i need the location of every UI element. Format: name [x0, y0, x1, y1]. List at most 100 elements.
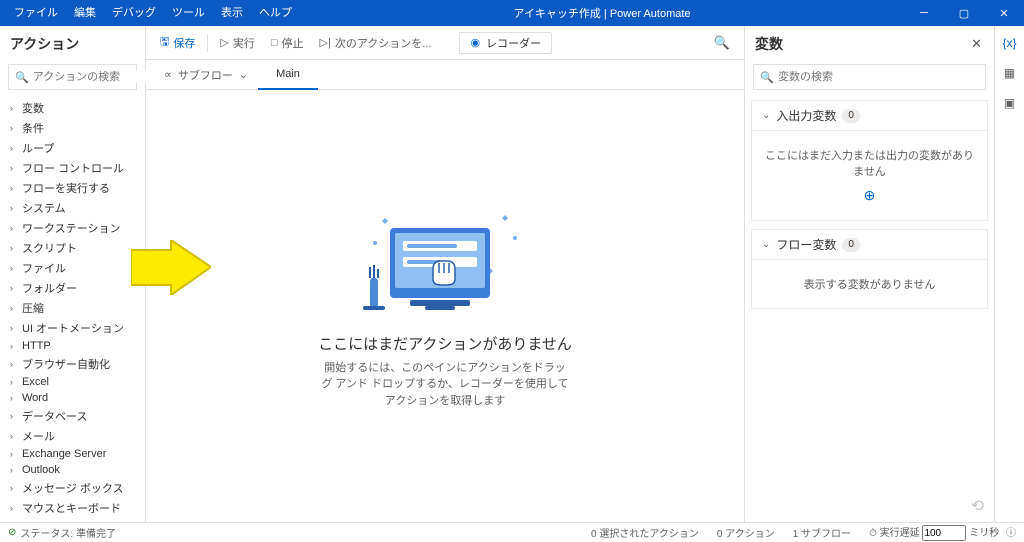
- step-icon: ▷|: [320, 36, 331, 49]
- close-button[interactable]: ✕: [984, 0, 1024, 26]
- action-group[interactable]: ›フロー コントロール: [0, 158, 145, 178]
- flow-variables-body: 表示する変数がありません: [751, 260, 988, 309]
- action-group[interactable]: › ブラウザー自動化: [0, 354, 145, 374]
- stop-button[interactable]: □ 停止: [265, 29, 310, 57]
- menu-edit[interactable]: 編集: [66, 0, 104, 26]
- action-group[interactable]: ›ファイル: [0, 258, 145, 278]
- action-group-label: Excel: [22, 376, 49, 388]
- action-group-label: ブラウザー自動化: [22, 356, 110, 372]
- chevron-down-icon: ⌄: [762, 110, 770, 121]
- chevron-right-icon: ›: [10, 183, 18, 193]
- subflows-dropdown[interactable]: ∝ サブフロー ⌄: [154, 60, 258, 90]
- canvas-empty-desc: 開始するには、このペインにアクションをドラッグ アンド ドロップするか、レコーダ…: [320, 360, 570, 410]
- actions-search[interactable]: 🔍: [8, 64, 137, 90]
- minimize-button[interactable]: ─: [904, 0, 944, 26]
- status-ready: ⊘ ステータス: 準備完了: [8, 525, 116, 540]
- action-group[interactable]: ›Exchange Server: [0, 446, 145, 462]
- menu-bar: ファイル 編集 デバッグ ツール 表示 ヘルプ: [0, 0, 300, 26]
- action-group[interactable]: ›Word: [0, 390, 145, 406]
- play-icon: ▷: [220, 36, 228, 49]
- subflows-label: サブフロー: [178, 67, 233, 83]
- chevron-right-icon: ›: [10, 431, 18, 441]
- variables-panel-title: 変数: [755, 34, 967, 54]
- run-delay-input[interactable]: [922, 525, 966, 541]
- chevron-right-icon: ›: [10, 393, 18, 403]
- action-group[interactable]: ›メッセージ ボックス: [0, 478, 145, 498]
- variables-panel-close[interactable]: ✕: [967, 36, 986, 52]
- action-group[interactable]: ›フォルダー: [0, 278, 145, 298]
- rail-images-icon[interactable]: ▣: [1001, 94, 1019, 112]
- action-group[interactable]: ›Outlook: [0, 462, 145, 478]
- action-group[interactable]: › フローを実行する: [0, 178, 145, 198]
- tab-main[interactable]: Main: [258, 60, 318, 90]
- action-group-label: UI オートメーション: [22, 320, 124, 336]
- chevron-down-icon: ⌄: [762, 239, 770, 250]
- recorder-button[interactable]: ◉ レコーダー: [459, 32, 552, 54]
- title-bar: ファイル 編集 デバッグ ツール 表示 ヘルプ アイキャッチ作成 | Power…: [0, 0, 1024, 26]
- check-icon: ⊘: [8, 527, 16, 538]
- run-button[interactable]: ▷ 実行: [214, 29, 260, 57]
- chevron-right-icon: ›: [10, 503, 18, 513]
- chevron-right-icon: ›: [10, 465, 18, 475]
- action-group-label: フローを実行する: [22, 180, 110, 196]
- variables-search[interactable]: 🔍: [753, 64, 986, 90]
- action-group[interactable]: ›クリップボード: [0, 518, 145, 522]
- action-group-label: ワークステーション: [22, 220, 120, 236]
- actions-tree[interactable]: ›変数›条件›ループ›フロー コントロール›フローを実行する›システム›ワークス…: [0, 96, 145, 522]
- menu-tools[interactable]: ツール: [164, 0, 213, 26]
- variables-panel: 変数 ✕ 🔍 ⌄ 入出力変数 0 ここにはまだ入力または出力の変数がありません …: [744, 26, 994, 522]
- action-group[interactable]: ›HTTP: [0, 338, 145, 354]
- io-variables-body: ここにはまだ入力または出力の変数がありません ⊕: [751, 131, 988, 221]
- canvas-empty-title: ここにはまだアクションがありません: [318, 333, 572, 354]
- action-group-label: 圧縮: [22, 300, 44, 316]
- action-group[interactable]: ›ワークステーション: [0, 218, 145, 238]
- variables-footer-icon[interactable]: ⟲: [745, 490, 994, 522]
- flow-variables-header[interactable]: ⌄ フロー変数 0: [751, 229, 988, 260]
- window-title: アイキャッチ作成 | Power Automate: [300, 5, 904, 21]
- rail-variables-icon[interactable]: {x}: [1001, 34, 1019, 52]
- io-variables-empty-text: ここにはまだ入力または出力の変数がありません: [765, 150, 974, 178]
- action-group[interactable]: ›メール: [0, 426, 145, 446]
- io-variables-header[interactable]: ⌄ 入出力変数 0: [751, 100, 988, 131]
- record-icon: ◉: [470, 36, 480, 49]
- stop-icon: □: [271, 37, 278, 49]
- save-label: 保存: [173, 35, 195, 51]
- rail-ui-elements-icon[interactable]: ▦: [1001, 64, 1019, 82]
- info-icon[interactable]: ⓘ: [1006, 528, 1016, 539]
- action-group[interactable]: ›システム: [0, 198, 145, 218]
- variables-search-input[interactable]: [778, 71, 979, 83]
- flow-canvas[interactable]: ここにはまだアクションがありません 開始するには、このペインにアクションをドラッ…: [146, 90, 744, 522]
- status-selected: 0 選択されたアクション: [591, 525, 699, 540]
- tabs-row: ∝ サブフロー ⌄ Main: [146, 60, 744, 90]
- action-group[interactable]: ›圧縮: [0, 298, 145, 318]
- action-group[interactable]: ›Excel: [0, 374, 145, 390]
- status-actions: 0 アクション: [717, 525, 775, 540]
- action-group[interactable]: ›データベース: [0, 406, 145, 426]
- actions-sidebar: アクション 🔍 ›変数›条件›ループ›フロー コントロール›フローを実行する›シ…: [0, 26, 146, 522]
- maximize-button[interactable]: ▢: [944, 0, 984, 26]
- action-group-label: ファイル: [22, 260, 66, 276]
- menu-help[interactable]: ヘルプ: [251, 0, 300, 26]
- action-group-label: HTTP: [22, 340, 51, 352]
- action-group[interactable]: ›条件: [0, 118, 145, 138]
- chevron-right-icon: ›: [10, 359, 18, 369]
- run-label: 実行: [233, 35, 255, 51]
- action-group[interactable]: ›マウスとキーボード: [0, 498, 145, 518]
- step-button[interactable]: ▷| 次のアクションを...: [314, 29, 438, 57]
- action-group[interactable]: ›変数: [0, 98, 145, 118]
- action-group-label: データベース: [22, 408, 87, 424]
- action-group[interactable]: ›ループ: [0, 138, 145, 158]
- menu-debug[interactable]: デバッグ: [104, 0, 164, 26]
- menu-file[interactable]: ファイル: [6, 0, 66, 26]
- chevron-down-icon: ⌄: [239, 68, 248, 81]
- status-text: ステータス: 準備完了: [20, 525, 116, 540]
- add-io-variable-button[interactable]: ⊕: [762, 187, 977, 204]
- action-group[interactable]: ›UI オートメーション: [0, 318, 145, 338]
- menu-view[interactable]: 表示: [213, 0, 251, 26]
- chevron-right-icon: ›: [10, 203, 18, 213]
- canvas-search-button[interactable]: 🔍: [708, 35, 736, 51]
- action-group-label: スクリプト: [22, 240, 77, 256]
- action-group[interactable]: ›スクリプト: [0, 238, 145, 258]
- save-button[interactable]: 🖫 保存: [154, 29, 201, 57]
- flow-variables-count: 0: [842, 238, 860, 252]
